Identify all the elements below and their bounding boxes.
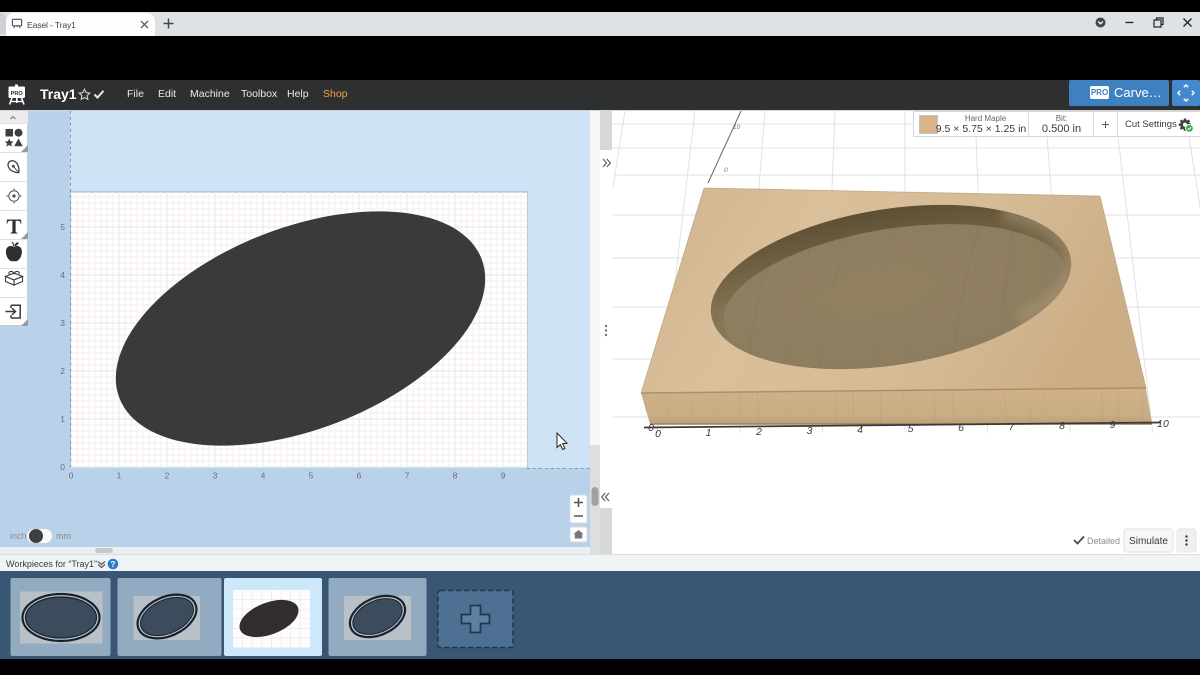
- svg-text:5: 5: [309, 471, 314, 481]
- svg-text:4: 4: [261, 471, 266, 481]
- svg-text:6: 6: [357, 471, 362, 481]
- svg-text:5: 5: [60, 222, 65, 232]
- svg-text:inch: inch: [10, 531, 27, 541]
- svg-text:PRO: PRO: [11, 91, 24, 97]
- svg-text:10: 10: [733, 124, 741, 131]
- svg-text:5: 5: [908, 423, 914, 435]
- svg-text:0: 0: [60, 462, 65, 472]
- svg-text:1: 1: [117, 471, 122, 481]
- svg-text:2: 2: [165, 471, 170, 481]
- svg-text:4: 4: [60, 270, 65, 280]
- svg-text:7: 7: [405, 471, 410, 481]
- svg-text:2: 2: [755, 426, 762, 438]
- svg-text:8: 8: [453, 471, 458, 481]
- svg-text:9: 9: [1110, 419, 1116, 431]
- svg-text:Simulate: Simulate: [1129, 536, 1168, 547]
- svg-text:9: 9: [501, 471, 506, 481]
- svg-text:2: 2: [60, 366, 65, 376]
- svg-text:10: 10: [1157, 418, 1169, 430]
- svg-text:3: 3: [60, 318, 65, 328]
- svg-text:3: 3: [807, 425, 813, 437]
- svg-text:3: 3: [213, 471, 218, 481]
- svg-text:1: 1: [60, 414, 65, 424]
- svg-text:0: 0: [648, 422, 654, 434]
- svg-text:?: ?: [111, 560, 116, 569]
- svg-text:0: 0: [655, 428, 661, 440]
- svg-text:0: 0: [724, 167, 728, 174]
- svg-text:8: 8: [1059, 420, 1065, 432]
- svg-text:mm: mm: [56, 531, 71, 541]
- svg-text:1: 1: [706, 427, 712, 439]
- svg-text:4: 4: [857, 424, 863, 436]
- svg-text:Detailed: Detailed: [1087, 536, 1120, 546]
- svg-text:6: 6: [958, 422, 964, 434]
- svg-text:0: 0: [69, 471, 74, 481]
